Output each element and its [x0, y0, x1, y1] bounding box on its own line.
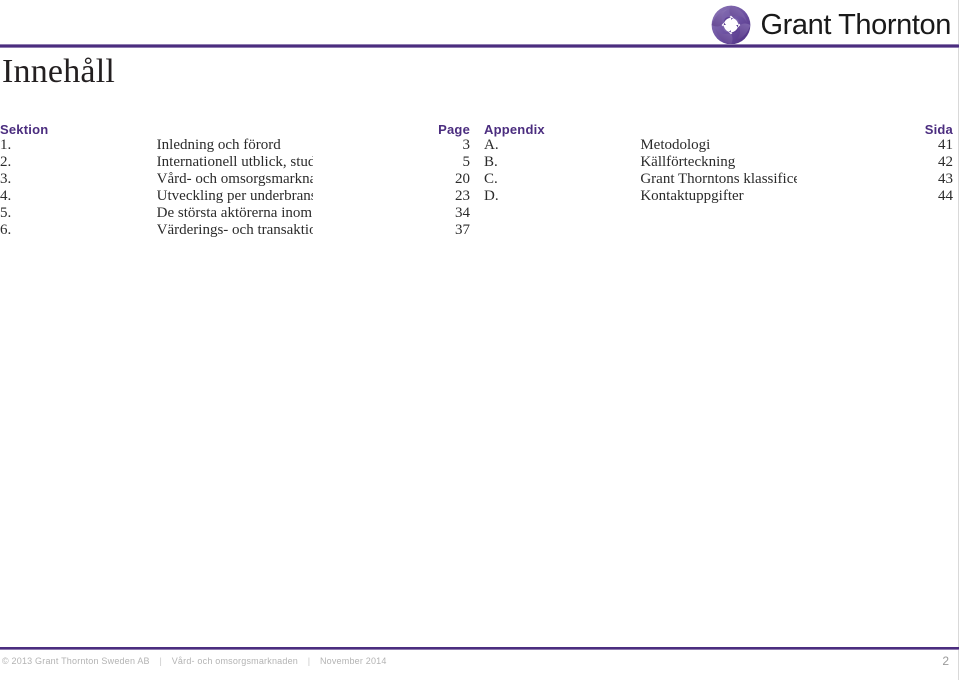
toc-row-index: A. [484, 137, 499, 153]
toc-row-index: 1. [0, 137, 12, 153]
toc-row-index: B. [484, 154, 498, 170]
toc-row-index: C. [484, 171, 498, 187]
toc-row-title[interactable]: Värderings- och transaktionslandskapet [157, 222, 314, 239]
toc-column-sektion: Sektion Page 1. Inledning och förord 3 2… [0, 122, 480, 239]
toc-row-page: 41 [938, 137, 953, 153]
document-page: Grant Thornton Innehåll Sektion Page 1. … [0, 0, 959, 680]
page-footer: © 2013 Grant Thornton Sweden AB | Vård- … [0, 654, 959, 674]
toc-row-title[interactable]: Kontaktuppgifter [640, 188, 796, 205]
toc-header-page: Page [438, 122, 470, 137]
toc-table-appendix: Appendix Sida A. Metodologi 41 B. Källfö… [484, 122, 953, 205]
toc-row-title[interactable]: Utveckling per underbransch [157, 188, 314, 205]
footer-separator: | [159, 656, 163, 666]
toc-header-sida: Sida [924, 122, 953, 137]
toc-row-page: 37 [455, 222, 470, 238]
header-divider-rule [0, 44, 959, 48]
toc-row-page: 43 [938, 171, 953, 187]
toc-row-page: 5 [462, 154, 471, 170]
toc-row-index: 3. [0, 171, 12, 187]
footer-document-title: Vård- och omsorgsmarknaden [171, 656, 298, 666]
toc-row[interactable]: D. Kontaktuppgifter 44 [484, 188, 953, 205]
footer-metadata: © 2013 Grant Thornton Sweden AB | Vård- … [2, 656, 387, 666]
toc-row-page: 23 [455, 188, 470, 204]
page-header: Grant Thornton [0, 0, 959, 46]
toc-row-index: D. [484, 188, 499, 204]
toc-row[interactable]: 2. Internationell utblick, studier och p… [0, 154, 470, 171]
toc-header-sektion: Sektion [0, 122, 49, 137]
toc-row-title[interactable]: De största aktörerna inom vård- och omso… [157, 205, 314, 222]
toc-header-appendix: Appendix [484, 122, 545, 137]
footer-date: November 2014 [319, 656, 387, 666]
toc-row[interactable]: 3. Vård- och omsorgsmarknaden i Sverige … [0, 171, 470, 188]
toc-row-title[interactable]: Grant Thorntons klassificering utifrån S… [640, 171, 796, 188]
toc-row-page: 42 [938, 154, 953, 170]
toc-row-page: 44 [938, 188, 953, 204]
toc-row-page: 3 [462, 137, 471, 153]
page-title: Innehåll [2, 53, 115, 90]
toc-row[interactable]: C. Grant Thorntons klassificering utifrå… [484, 171, 953, 188]
toc-column-appendix: Appendix Sida A. Metodologi 41 B. Källfö… [480, 122, 959, 239]
brand-wordmark: Grant Thornton [760, 8, 951, 41]
footer-separator: | [307, 656, 311, 666]
toc-row[interactable]: 5. De största aktörerna inom vård- och o… [0, 205, 470, 222]
toc-header-row: Appendix Sida [484, 122, 953, 137]
footer-divider-rule [0, 647, 959, 650]
toc-row-title[interactable]: Internationell utblick, studier och poli… [157, 154, 314, 171]
footer-page-number: 2 [942, 654, 949, 668]
toc-row[interactable]: 6. Värderings- och transaktionslandskape… [0, 222, 470, 239]
toc-row[interactable]: B. Källförteckning 42 [484, 154, 953, 171]
grant-thornton-swirl-icon [712, 5, 751, 45]
toc-row-page: 34 [455, 205, 470, 221]
toc-table-sektion: Sektion Page 1. Inledning och förord 3 2… [0, 122, 470, 239]
toc-row-index: 4. [0, 188, 12, 204]
footer-copyright: © 2013 Grant Thornton Sweden AB [2, 656, 150, 666]
toc-row[interactable]: 1. Inledning och förord 3 [0, 137, 470, 154]
toc-row-title[interactable]: Inledning och förord [157, 137, 314, 154]
grant-thornton-logo: Grant Thornton [711, 5, 951, 45]
toc-row-index: 6. [0, 222, 12, 238]
toc-row-title[interactable]: Vård- och omsorgsmarknaden i Sverige [157, 171, 314, 188]
table-of-contents: Sektion Page 1. Inledning och förord 3 2… [0, 122, 959, 239]
toc-row-page: 20 [455, 171, 470, 187]
toc-header-row: Sektion Page [0, 122, 470, 137]
toc-row-index: 2. [0, 154, 12, 170]
toc-row-index: 5. [0, 205, 12, 221]
toc-row-title[interactable]: Metodologi [640, 137, 796, 154]
toc-row[interactable]: 4. Utveckling per underbransch 23 [0, 188, 470, 205]
toc-row-title[interactable]: Källförteckning [640, 154, 796, 171]
toc-row[interactable]: A. Metodologi 41 [484, 137, 953, 154]
